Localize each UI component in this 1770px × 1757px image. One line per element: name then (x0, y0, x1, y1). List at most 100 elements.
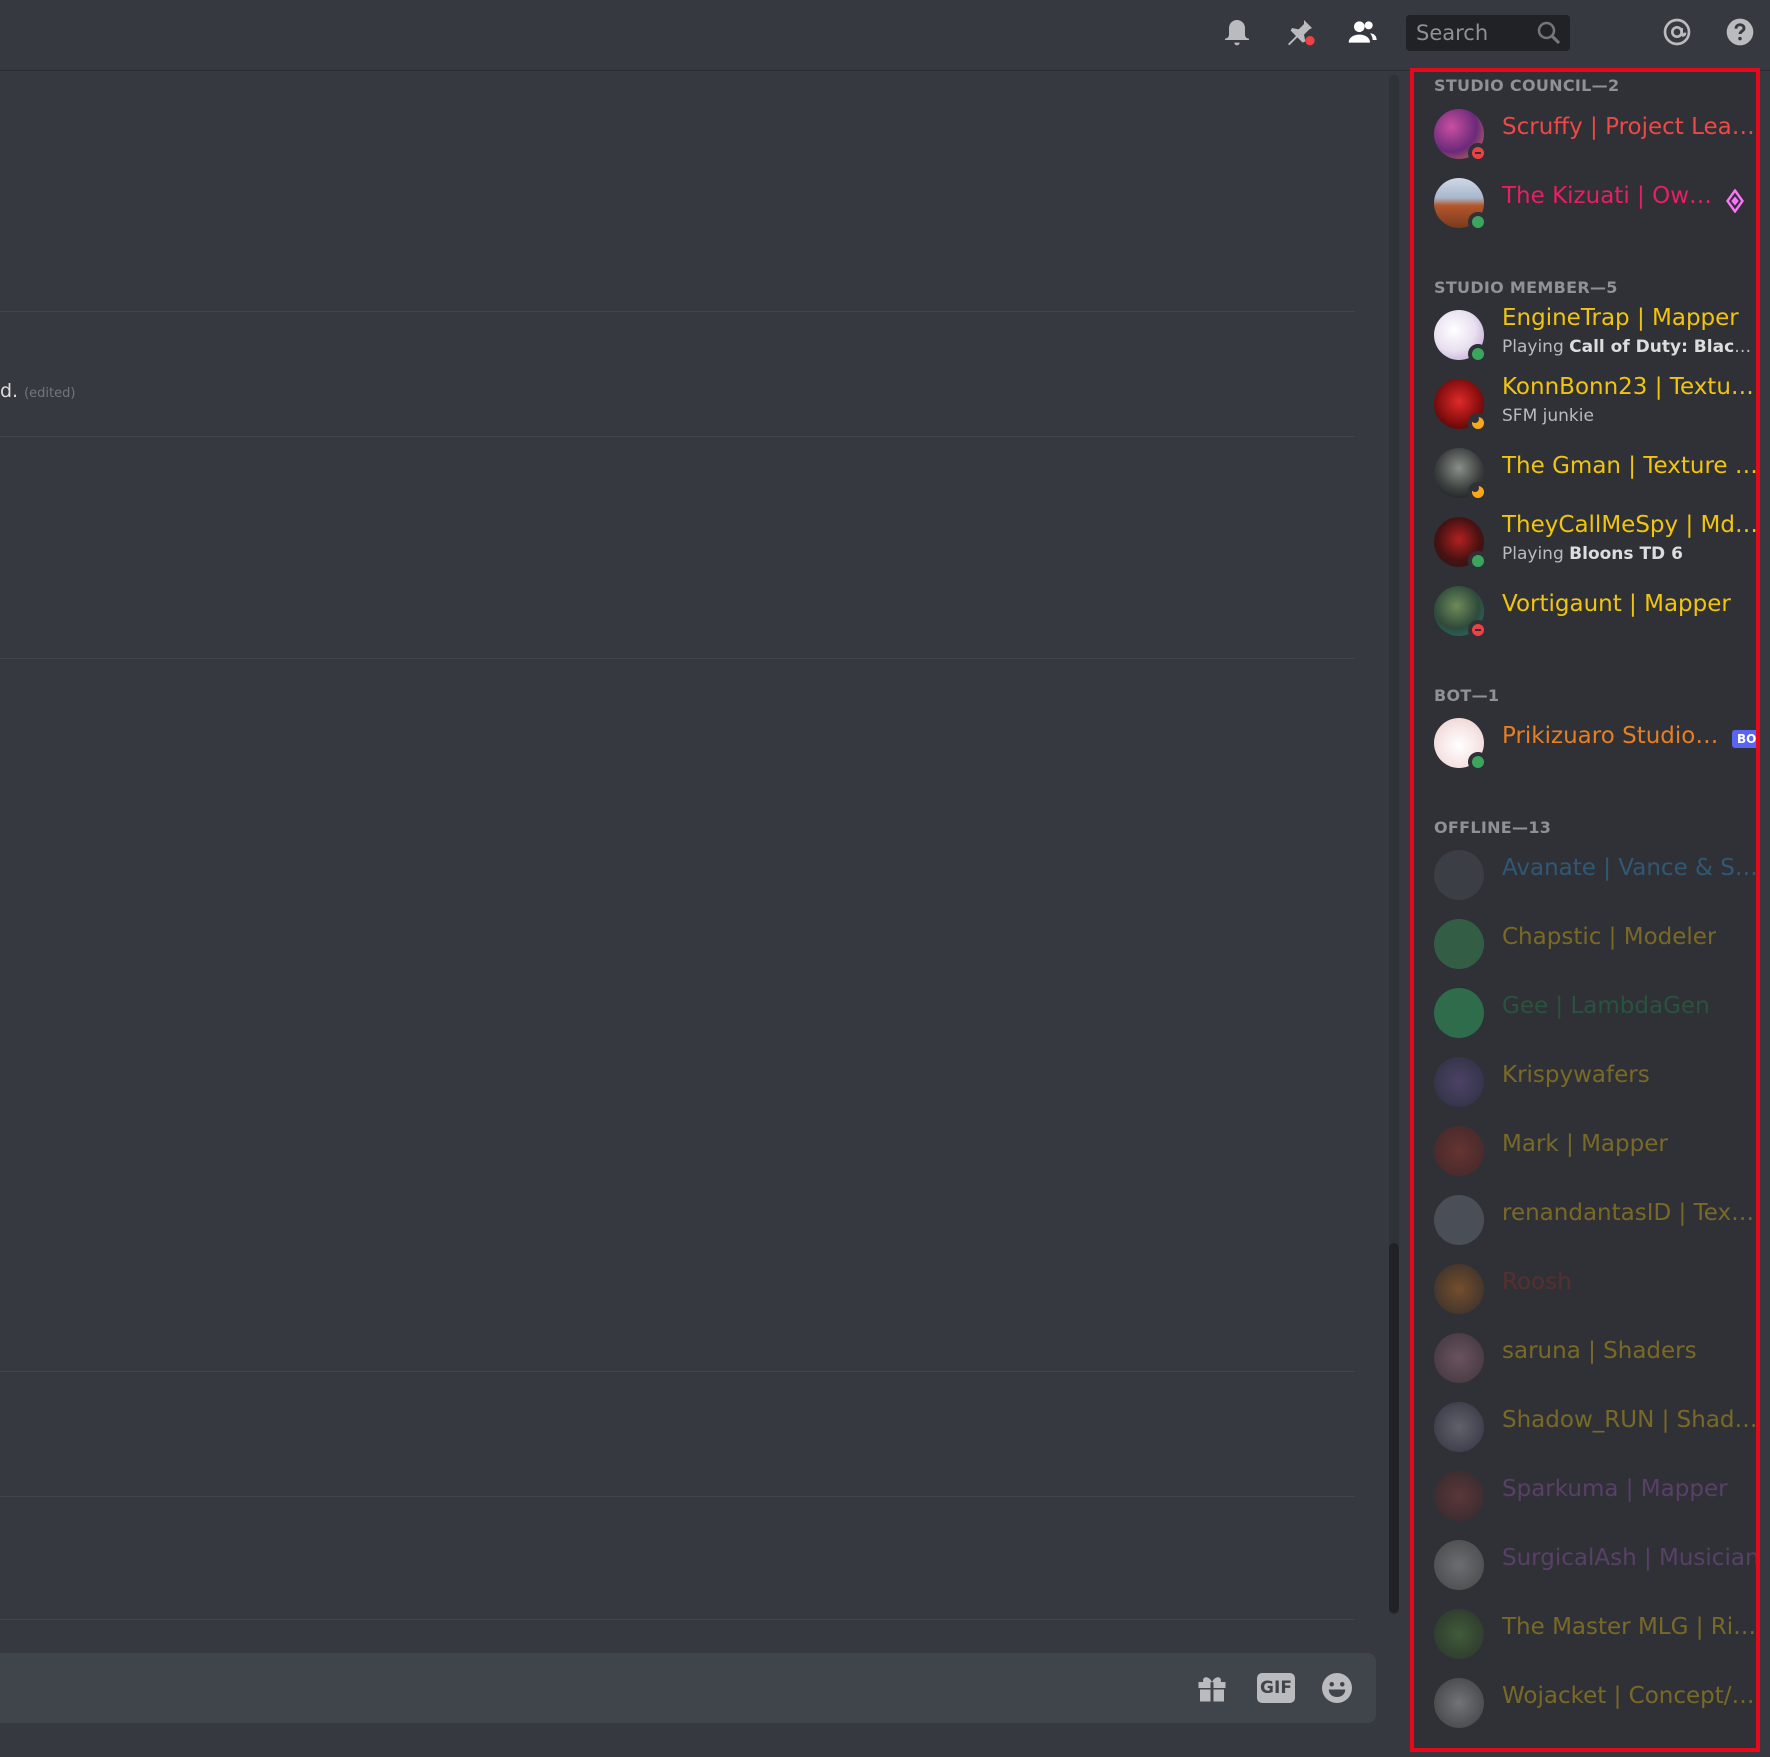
avatar (1434, 586, 1488, 640)
avatar (1434, 1540, 1484, 1590)
search-input[interactable]: Search (1406, 15, 1570, 51)
member-item[interactable]: Roosh (1434, 1259, 1756, 1319)
member-item[interactable]: Gee | LambdaGen (1434, 983, 1756, 1043)
member-name: Prikizuaro Studios... (1502, 723, 1722, 749)
activity-name: Bloons TD 6 (1569, 544, 1683, 564)
avatar (1434, 1609, 1484, 1659)
search-placeholder: Search (1416, 21, 1489, 45)
channel-header: Search (0, 0, 1770, 71)
edited-label: (edited) (24, 386, 76, 401)
avatar (1434, 988, 1484, 1038)
group-title-bot: BOT—1 (1434, 686, 1500, 705)
member-name: Wojacket | Concept/T... (1502, 1683, 1760, 1709)
status-online-icon (1468, 212, 1488, 232)
avatar (1434, 517, 1488, 571)
member-item[interactable]: Scruffy | Project Leader (1434, 104, 1760, 164)
member-activity: Playing Bloons TD 6 (1502, 544, 1683, 564)
mention-icon[interactable] (1659, 14, 1695, 50)
avatar (1434, 1678, 1484, 1728)
group-title-offline: OFFLINE—13 (1434, 818, 1552, 837)
avatar (1434, 919, 1484, 969)
member-item[interactable]: The Gman | Texture A... (1434, 443, 1760, 503)
chat-area (0, 71, 1378, 1757)
message-divider (0, 436, 1355, 437)
member-name: Avanate | Vance & SMG (1502, 855, 1760, 881)
emoji-icon[interactable] (1317, 1668, 1357, 1708)
member-item[interactable]: Mark | Mapper (1434, 1121, 1756, 1181)
member-item[interactable]: EngineTrap | Mapper Playing Call of Duty… (1434, 305, 1756, 365)
avatar (1434, 1264, 1484, 1314)
member-name: The Kizuati | Owner (1502, 183, 1712, 209)
member-name: Sparkuma | Mapper (1502, 1476, 1728, 1502)
member-item[interactable]: renandantasID | Textu... (1434, 1190, 1760, 1250)
member-item[interactable]: Wojacket | Concept/T... (1434, 1673, 1760, 1733)
nitro-gem-icon (1726, 189, 1744, 213)
gif-label: GIF (1257, 1673, 1295, 1703)
message-fragment: d. (edited) (0, 380, 75, 402)
status-idle-icon (1468, 482, 1488, 502)
member-name: renandantasID | Textu... (1502, 1200, 1760, 1226)
status-online-icon (1468, 344, 1488, 364)
group-title-studio-member: STUDIO MEMBER—5 (1434, 278, 1618, 297)
member-custom-status: SFM junkie (1502, 406, 1594, 426)
avatar (1434, 1126, 1484, 1176)
member-name: SurgicalAsh | Musician (1502, 1545, 1760, 1571)
gift-icon[interactable] (1192, 1668, 1232, 1708)
avatar (1434, 310, 1488, 364)
message-composer[interactable]: GIF (0, 1653, 1376, 1723)
status-dnd-icon (1468, 620, 1488, 640)
member-item[interactable]: SurgicalAsh | Musician (1434, 1535, 1760, 1595)
member-item[interactable]: TheyCallMeSpy | Mdl... Playing Bloons TD… (1434, 512, 1756, 572)
message-divider (0, 658, 1355, 659)
member-list: STUDIO COUNCIL—2 Scruffy | Project Leade… (1410, 68, 1760, 1752)
member-item[interactable]: saruna | Shaders (1434, 1328, 1756, 1388)
status-dnd-icon (1468, 143, 1488, 163)
group-title-studio-council: STUDIO COUNCIL—2 (1434, 76, 1620, 95)
member-item[interactable]: Chapstic | Modeler (1434, 914, 1756, 974)
avatar (1434, 178, 1488, 232)
member-item[interactable]: Prikizuaro Studios... BOT (1434, 713, 1756, 773)
member-name: Shadow_RUN | Shader... (1502, 1407, 1760, 1433)
member-name: The Gman | Texture A... (1502, 453, 1760, 479)
avatar (1434, 448, 1488, 502)
status-online-icon (1468, 551, 1488, 571)
avatar (1434, 1402, 1484, 1452)
member-name: KonnBonn23 | Texture... (1502, 374, 1760, 400)
bell-icon[interactable] (1219, 14, 1255, 50)
message-divider (0, 1371, 1355, 1372)
pin-icon[interactable] (1282, 14, 1318, 50)
search-icon (1537, 21, 1561, 45)
avatar (1434, 1471, 1484, 1521)
member-name: Chapstic | Modeler (1502, 924, 1717, 950)
activity-name: Call of Duty: Black Ops... (1569, 337, 1756, 357)
member-name: Krispywafers (1502, 1062, 1650, 1088)
message-divider (0, 1619, 1355, 1620)
status-idle-icon (1468, 413, 1488, 433)
avatar (1434, 1057, 1484, 1107)
member-item[interactable]: Avanate | Vance & SMG (1434, 845, 1760, 905)
member-name: Roosh (1502, 1269, 1572, 1295)
scrollbar-thumb[interactable] (1389, 1243, 1399, 1613)
gif-icon[interactable]: GIF (1256, 1668, 1296, 1708)
member-item[interactable]: Krispywafers (1434, 1052, 1756, 1112)
help-icon[interactable] (1722, 14, 1758, 50)
member-name: EngineTrap | Mapper (1502, 305, 1739, 331)
member-item[interactable]: Vortigaunt | Mapper (1434, 581, 1756, 641)
avatar (1434, 379, 1488, 433)
message-text: d. (0, 380, 19, 402)
avatar (1434, 109, 1488, 163)
member-name: Scruffy | Project Leader (1502, 114, 1760, 140)
activity-prefix: Playing (1502, 337, 1564, 357)
member-item[interactable]: Sparkuma | Mapper (1434, 1466, 1756, 1526)
member-item[interactable]: KonnBonn23 | Texture... SFM junkie (1434, 374, 1760, 434)
bot-badge: BOT (1732, 730, 1756, 748)
members-icon[interactable] (1344, 14, 1380, 50)
avatar (1434, 1195, 1484, 1245)
member-item[interactable]: Shadow_RUN | Shader... (1434, 1397, 1760, 1457)
message-divider (0, 311, 1355, 312)
member-item[interactable]: The Kizuati | Owner (1434, 173, 1756, 233)
member-name: Mark | Mapper (1502, 1131, 1668, 1157)
member-item[interactable]: The Master MLG | Rig... (1434, 1604, 1756, 1664)
status-online-icon (1468, 752, 1488, 772)
member-name: Vortigaunt | Mapper (1502, 591, 1731, 617)
